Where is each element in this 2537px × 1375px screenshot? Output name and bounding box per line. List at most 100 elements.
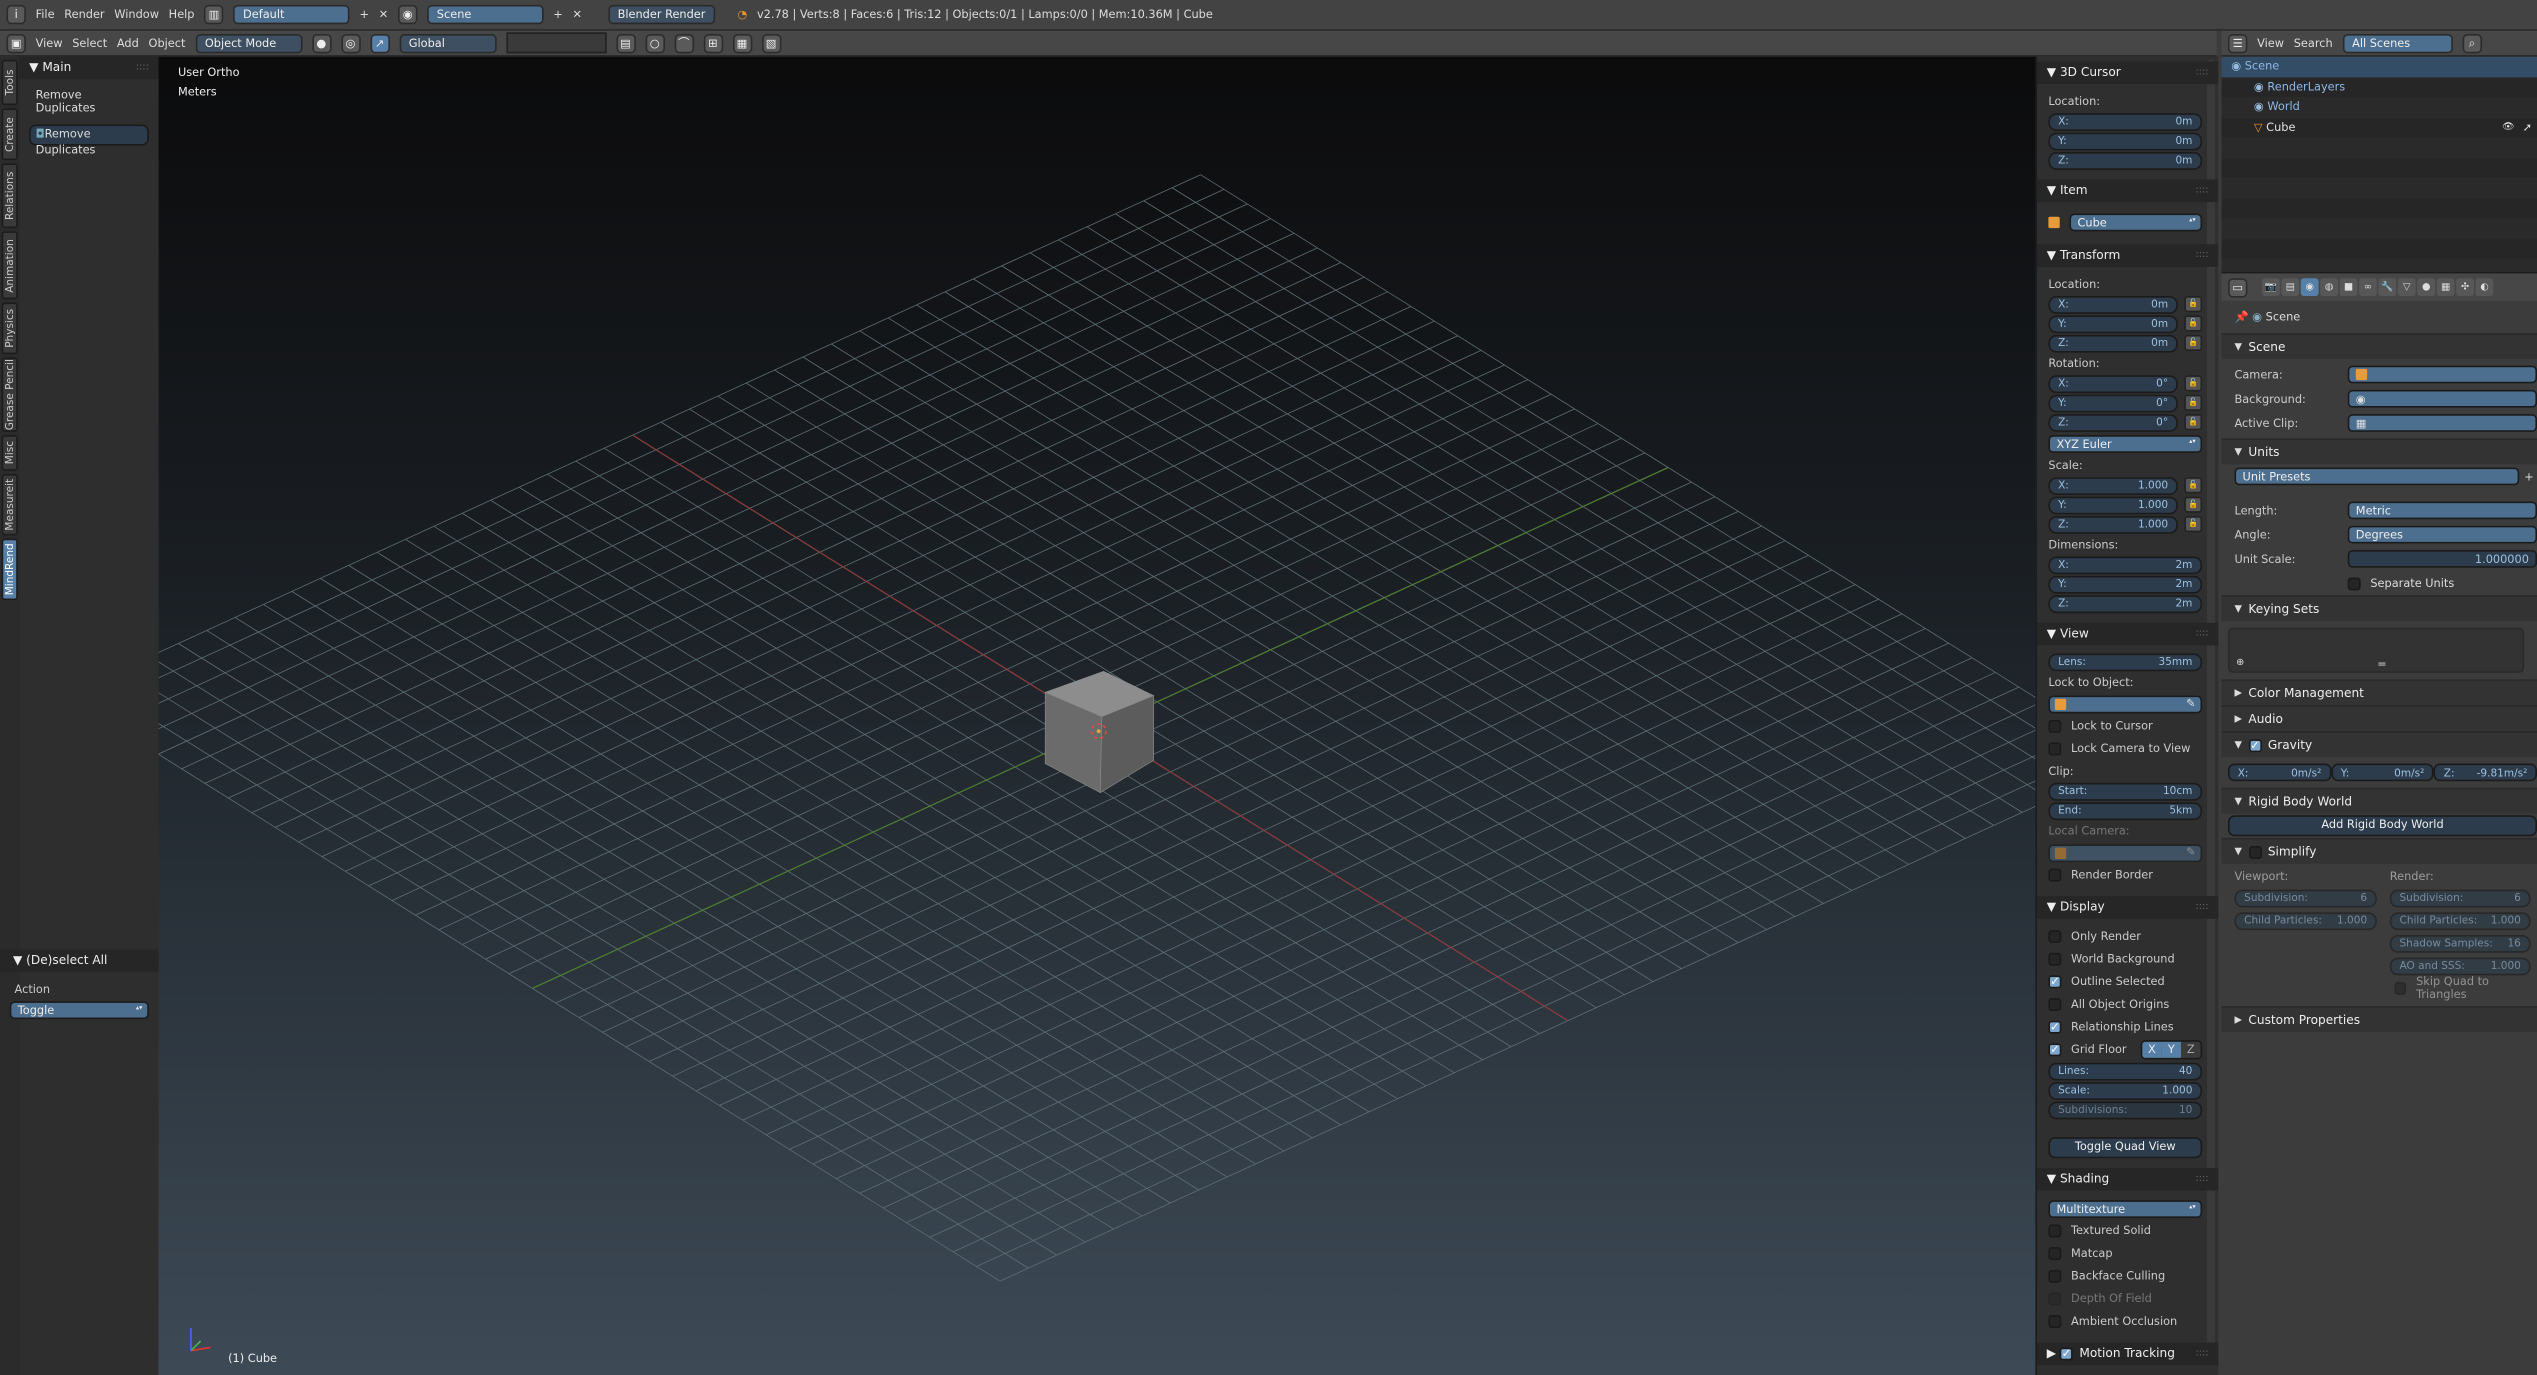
add-layout-button[interactable]: +: [360, 8, 370, 21]
drag-grip-icon[interactable]: ::::: [2195, 61, 2208, 84]
checkbox[interactable]: [2048, 1224, 2062, 1238]
lock-icon[interactable]: 🔓: [2184, 296, 2203, 313]
lock-icon[interactable]: 🔓: [2184, 394, 2203, 411]
tab-measureit[interactable]: Measureit: [1, 473, 18, 536]
dropdown[interactable]: Multitexture: [2048, 1199, 2203, 1218]
pivot-point-icon[interactable]: ◎: [340, 33, 361, 53]
layers-widget[interactable]: [505, 32, 607, 54]
number-field[interactable]: Y: 0m: [2048, 314, 2178, 333]
outliner-item-world[interactable]: ◉ World: [2222, 97, 2537, 117]
drag-grip-icon[interactable]: ::::: [2195, 180, 2208, 203]
simplify-child-particles-field[interactable]: Child Particles: 1.000: [2234, 911, 2377, 930]
tab-grease-pencil[interactable]: Grease Pencil: [1, 357, 18, 432]
number-field[interactable]: Scale: 1.000: [2048, 1081, 2203, 1100]
resize-handle-icon[interactable]: ═: [2378, 658, 2385, 671]
manipulator-icon[interactable]: ↗: [369, 33, 390, 53]
drag-grip-icon[interactable]: ::::: [2195, 896, 2208, 919]
color-management-header[interactable]: ▶ Color Management: [2221, 679, 2537, 706]
background-field[interactable]: ◉: [2347, 389, 2537, 408]
add-rigid-body-world-button[interactable]: Add Rigid Body World: [2227, 815, 2537, 837]
number-field[interactable]: Lens: 35mm: [2048, 652, 2203, 671]
simplify-shadow-samples-field[interactable]: Shadow Samples: 16: [2389, 934, 2531, 952]
tab-particles-icon[interactable]: ✣: [2456, 278, 2474, 297]
add-preset-button[interactable]: +: [2524, 470, 2534, 483]
lock-icon[interactable]: 🔓: [2184, 334, 2203, 352]
tab-render-layers-icon[interactable]: ▤: [2281, 278, 2300, 297]
menu-add[interactable]: Add: [117, 36, 139, 49]
tab-tools[interactable]: Tools: [1, 59, 18, 106]
motion-tracking-panel-header[interactable]: ▶ ✓ Motion Tracking::::: [2037, 1342, 2219, 1366]
tab-data-icon[interactable]: ▽: [2397, 278, 2416, 297]
lock-icon[interactable]: 🔓: [2184, 477, 2203, 494]
checkbox[interactable]: [2048, 952, 2062, 966]
number-field[interactable]: Start: 10cm: [2048, 782, 2203, 800]
outliner-editor-icon[interactable]: ☰: [2227, 33, 2248, 53]
drag-grip-icon[interactable]: ::::: [2195, 1168, 2208, 1191]
scene-icon[interactable]: ◉: [397, 4, 418, 25]
tab-constraints-icon[interactable]: ∞: [2359, 278, 2377, 297]
scene-section-header[interactable]: ▼ Scene: [2221, 333, 2537, 360]
tab-modifiers-icon[interactable]: 🔧: [2378, 278, 2397, 297]
outliner-menu-view[interactable]: View: [2257, 36, 2284, 49]
lock-layers-icon[interactable]: ▤: [615, 33, 636, 53]
outliner-item-scene[interactable]: ◉ Scene: [2221, 56, 2537, 77]
custom-properties-header[interactable]: ▶ Custom Properties: [2221, 1006, 2537, 1033]
lock-icon[interactable]: 🔓: [2184, 375, 2203, 392]
add-scene-button[interactable]: +: [553, 8, 563, 21]
lock-icon[interactable]: 🔓: [2184, 414, 2203, 431]
pin-icon[interactable]: 📌: [2234, 311, 2248, 324]
number-field[interactable]: Y: 2m: [2048, 575, 2203, 593]
toggle-quad-view-button[interactable]: Toggle Quad View: [2048, 1136, 2203, 1158]
tab-render-icon[interactable]: 📷: [2261, 278, 2280, 297]
number-field[interactable]: Z: 2m: [2048, 594, 2203, 613]
layout-field[interactable]: Default: [233, 4, 350, 25]
keying-sets-header[interactable]: ▼ Keying Sets: [2221, 595, 2537, 622]
axis-toggle-y[interactable]: Y: [2161, 1041, 2182, 1058]
angle-dropdown[interactable]: Degrees: [2347, 525, 2537, 544]
number-field[interactable]: Z: 0°: [2048, 413, 2178, 432]
selectability-cursor-icon[interactable]: ➚: [2523, 117, 2533, 137]
tab-animation[interactable]: Animation: [1, 231, 18, 300]
checkbox[interactable]: [2048, 719, 2062, 733]
simplify-child-particles-field[interactable]: Child Particles: 1.000: [2389, 911, 2531, 930]
number-field[interactable]: Z: 0m: [2048, 334, 2178, 352]
viewport-shading-icon[interactable]: ●: [311, 33, 332, 53]
outliner-item-cube[interactable]: ▽ Cube 👁 ➚: [2221, 117, 2537, 138]
mode-dropdown[interactable]: Object Mode: [195, 33, 302, 53]
lock-icon[interactable]: 🔓: [2184, 315, 2203, 332]
units-section-header[interactable]: ▼ Units: [2221, 438, 2537, 465]
main-panel-header[interactable]: ▼ Main::::: [19, 56, 159, 80]
checkbox[interactable]: [2048, 742, 2062, 756]
delete-scene-button[interactable]: ✕: [573, 8, 583, 21]
length-dropdown[interactable]: Metric: [2347, 501, 2537, 520]
number-field[interactable]: Y: 0m: [2048, 131, 2203, 150]
number-field[interactable]: X: 1.000: [2048, 476, 2178, 495]
checkbox[interactable]: [2048, 868, 2062, 882]
drag-grip-icon[interactable]: ::::: [2195, 623, 2208, 646]
checkbox[interactable]: ✓: [2048, 1020, 2062, 1034]
number-field[interactable]: Z: 0m: [2048, 151, 2203, 170]
simplify-subdivision-field[interactable]: Subdivision: 6: [2389, 888, 2531, 907]
camera-field[interactable]: [2347, 365, 2537, 384]
number-field[interactable]: Y: 0°: [2048, 393, 2178, 412]
unit-presets-dropdown[interactable]: Unit Presets: [2234, 467, 2520, 486]
checkbox[interactable]: [2048, 1269, 2062, 1283]
menu-view[interactable]: View: [36, 36, 63, 49]
snap-icon[interactable]: ⌒: [674, 33, 694, 53]
opengl-animation-icon[interactable]: ▧: [761, 33, 781, 53]
drag-grip-icon[interactable]: ::::: [136, 57, 149, 80]
add-icon[interactable]: ⊕: [2236, 657, 2244, 668]
gravity-y-field[interactable]: Y: 0m/s²: [2331, 763, 2435, 782]
visibility-eye-icon[interactable]: 👁: [2502, 117, 2514, 137]
simplify-ao-and-sss-field[interactable]: AO and SSS: 1.000: [2389, 956, 2531, 975]
lock-icon[interactable]: 🔓: [2184, 516, 2203, 533]
simplify-header[interactable]: ▼ Simplify: [2221, 837, 2537, 864]
number-field[interactable]: X: 0°: [2048, 374, 2178, 393]
gravity-checkbox[interactable]: ✓: [2248, 738, 2262, 752]
delete-layout-button[interactable]: ✕: [379, 8, 389, 21]
tab-relations[interactable]: Relations: [1, 163, 18, 229]
info-editor-icon[interactable]: i: [6, 4, 26, 25]
tab-physics-icon[interactable]: ◐: [2475, 278, 2494, 297]
checkbox[interactable]: [2048, 930, 2062, 944]
axis-toggle-z[interactable]: Z: [2181, 1041, 2201, 1058]
